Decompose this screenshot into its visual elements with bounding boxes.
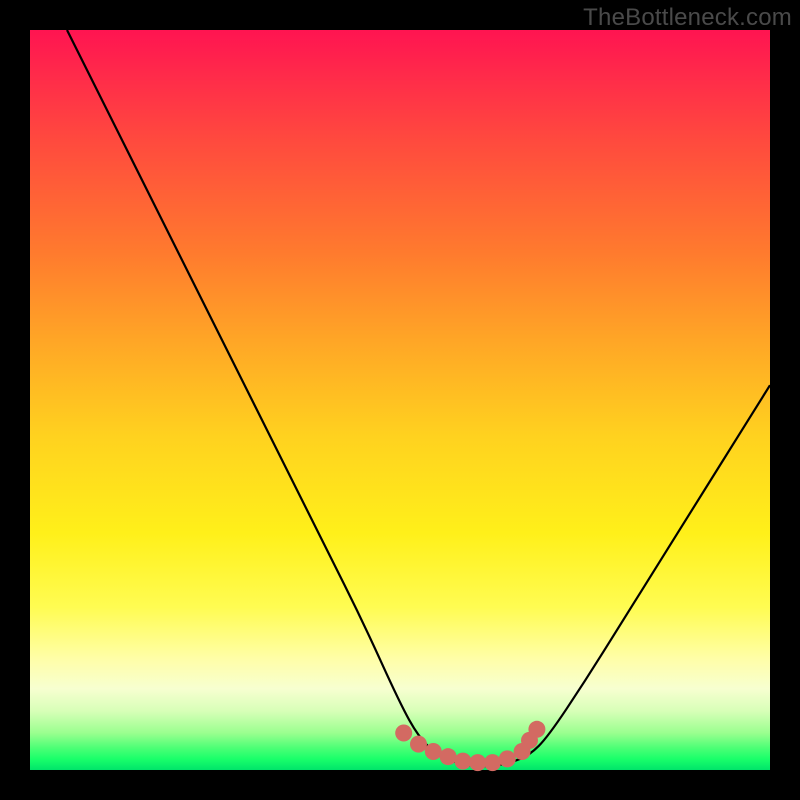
highlight-dots (395, 721, 545, 771)
highlight-dot (469, 754, 486, 771)
curve-layer (30, 30, 770, 770)
watermark-text: TheBottleneck.com (583, 4, 792, 32)
plot-area (30, 30, 770, 770)
highlight-dot (528, 721, 545, 738)
highlight-dot (410, 736, 427, 753)
highlight-dot (484, 754, 501, 771)
highlight-dot (440, 748, 457, 765)
highlight-dot (395, 725, 412, 742)
highlight-dot (454, 753, 471, 770)
chart-frame: TheBottleneck.com (0, 0, 800, 800)
highlight-dot (499, 750, 516, 767)
highlight-dot (425, 743, 442, 760)
bottleneck-curve (67, 30, 770, 766)
